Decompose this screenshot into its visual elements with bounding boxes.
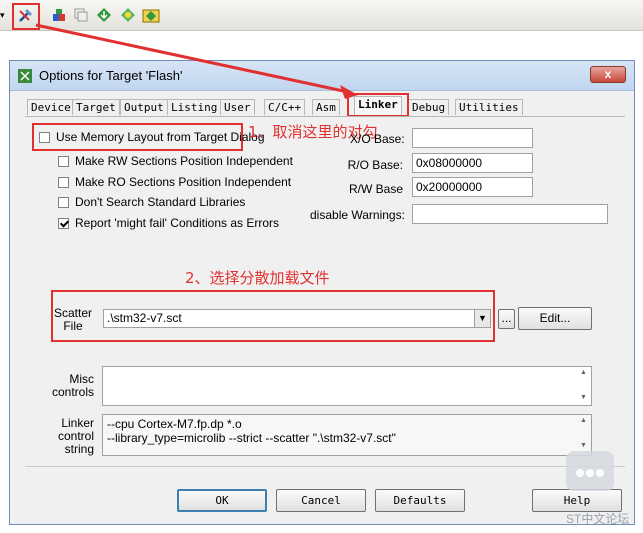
ro-independent-label: Make RO Sections Position Independent bbox=[75, 175, 292, 189]
xo-base-label: X/O Base: bbox=[350, 132, 405, 146]
linker-control-line1: --cpu Cortex-M7.fp.dp *.o bbox=[107, 417, 242, 431]
highlight-options-button bbox=[12, 3, 40, 30]
linker-scroll-up-icon[interactable]: ▲ bbox=[580, 417, 632, 424]
copy-icon[interactable] bbox=[71, 5, 91, 25]
tab-debug[interactable]: Debug bbox=[408, 99, 450, 115]
title-bar: Options for Target 'Flash' x bbox=[10, 61, 634, 91]
scatter-browse-button[interactable]: ... bbox=[498, 309, 515, 329]
options-dialog: Options for Target 'Flash' x Device Targ… bbox=[9, 60, 635, 525]
toolbar: ▾ bbox=[0, 0, 643, 31]
scatter-label-line1: Scatter bbox=[54, 306, 93, 320]
misc-scroll-down-icon[interactable]: ▼ bbox=[580, 394, 632, 401]
rw-base-label: R/W Base bbox=[348, 182, 403, 196]
manage-components-icon[interactable] bbox=[118, 5, 138, 25]
rw-independent-box[interactable] bbox=[58, 155, 69, 167]
might-fail-checkbox[interactable]: Report 'might fail' Conditions as Errors bbox=[58, 216, 279, 230]
highlight-linker-tab bbox=[347, 93, 409, 117]
tab-panel-border bbox=[25, 116, 625, 117]
watermark-logo bbox=[566, 451, 614, 491]
scatter-label-line2: File bbox=[63, 319, 83, 333]
misc-controls-label: Misc controls bbox=[48, 373, 94, 399]
use-memory-layout-box[interactable] bbox=[39, 131, 50, 143]
ro-independent-box[interactable] bbox=[58, 176, 69, 188]
rw-base-input[interactable]: 0x20000000 bbox=[412, 177, 533, 197]
scatter-edit-button[interactable]: Edit... bbox=[518, 307, 592, 330]
tab-target[interactable]: Target bbox=[72, 99, 120, 115]
ro-base-label: R/O Base: bbox=[347, 158, 403, 172]
no-std-libs-label: Don't Search Standard Libraries bbox=[75, 195, 246, 209]
ok-button[interactable]: OK bbox=[177, 489, 267, 512]
cancel-button[interactable]: Cancel bbox=[276, 489, 366, 512]
rw-independent-label: Make RW Sections Position Independent bbox=[75, 154, 293, 168]
misc-label-line2: controls bbox=[51, 385, 94, 399]
tab-utilities[interactable]: Utilities bbox=[455, 99, 523, 115]
use-memory-layout-checkbox[interactable]: Use Memory Layout from Target Dialog bbox=[39, 130, 265, 144]
toolbar-dropdown-icon[interactable]: ▾ bbox=[0, 6, 8, 24]
tab-asm[interactable]: Asm bbox=[312, 99, 340, 115]
close-button[interactable]: x bbox=[590, 66, 626, 83]
help-button[interactable]: Help bbox=[532, 489, 622, 512]
tab-device[interactable]: Device bbox=[27, 99, 75, 115]
ro-base-input[interactable]: 0x08000000 bbox=[412, 153, 533, 173]
linker-label-line1: Linker bbox=[61, 416, 94, 430]
load-icon[interactable] bbox=[49, 5, 69, 25]
tab-c-cpp[interactable]: C/C++ bbox=[264, 99, 306, 115]
disable-warnings-label: disable Warnings: bbox=[310, 208, 405, 222]
watermark-text: ST中文论坛 bbox=[566, 512, 630, 526]
linker-control-string: --cpu Cortex-M7.fp.dp *.o --library_type… bbox=[102, 414, 592, 456]
linker-scroll-down-icon[interactable]: ▼ bbox=[580, 442, 632, 449]
no-std-libs-box[interactable] bbox=[58, 196, 69, 208]
xo-base-input[interactable] bbox=[412, 128, 533, 148]
ro-independent-checkbox[interactable]: Make RO Sections Position Independent bbox=[58, 175, 291, 189]
select-packs-icon[interactable] bbox=[141, 5, 161, 25]
tab-listing[interactable]: Listing bbox=[167, 99, 222, 115]
misc-scroll-up-icon[interactable]: ▲ bbox=[580, 369, 632, 376]
button-separator bbox=[25, 466, 625, 467]
annotation-step2: 2、选择分散加载文件 bbox=[185, 269, 330, 287]
might-fail-label: Report 'might fail' Conditions as Errors bbox=[75, 216, 279, 230]
defaults-button[interactable]: Defaults bbox=[375, 489, 465, 512]
use-memory-layout-label: Use Memory Layout from Target Dialog bbox=[56, 130, 265, 144]
no-std-libs-checkbox[interactable]: Don't Search Standard Libraries bbox=[58, 195, 245, 209]
might-fail-box[interactable] bbox=[58, 217, 69, 229]
scatter-file-value: .\stm32-v7.sct bbox=[107, 311, 182, 325]
tab-user[interactable]: User bbox=[220, 99, 255, 115]
combo-dropdown-icon[interactable]: ▼ bbox=[474, 310, 490, 327]
keil-app-icon bbox=[17, 68, 33, 84]
misc-label-line1: Misc bbox=[69, 372, 94, 386]
linker-control-label: Linker control string bbox=[48, 417, 94, 456]
dialog-title: Options for Target 'Flash' bbox=[39, 68, 183, 83]
linker-label-line2: control bbox=[57, 429, 94, 443]
linker-control-line2: --library_type=microlib --strict --scatt… bbox=[107, 431, 396, 445]
scatter-file-combo[interactable]: .\stm32-v7.sct ▼ bbox=[103, 309, 491, 328]
rw-independent-checkbox[interactable]: Make RW Sections Position Independent bbox=[58, 154, 293, 168]
linker-label-line3: string bbox=[64, 442, 94, 456]
tab-output[interactable]: Output bbox=[120, 99, 168, 115]
disable-warnings-input[interactable] bbox=[412, 204, 608, 224]
download-icon[interactable] bbox=[94, 5, 114, 25]
misc-controls-input[interactable] bbox=[102, 366, 592, 406]
scatter-file-label: Scatter File bbox=[54, 307, 92, 333]
